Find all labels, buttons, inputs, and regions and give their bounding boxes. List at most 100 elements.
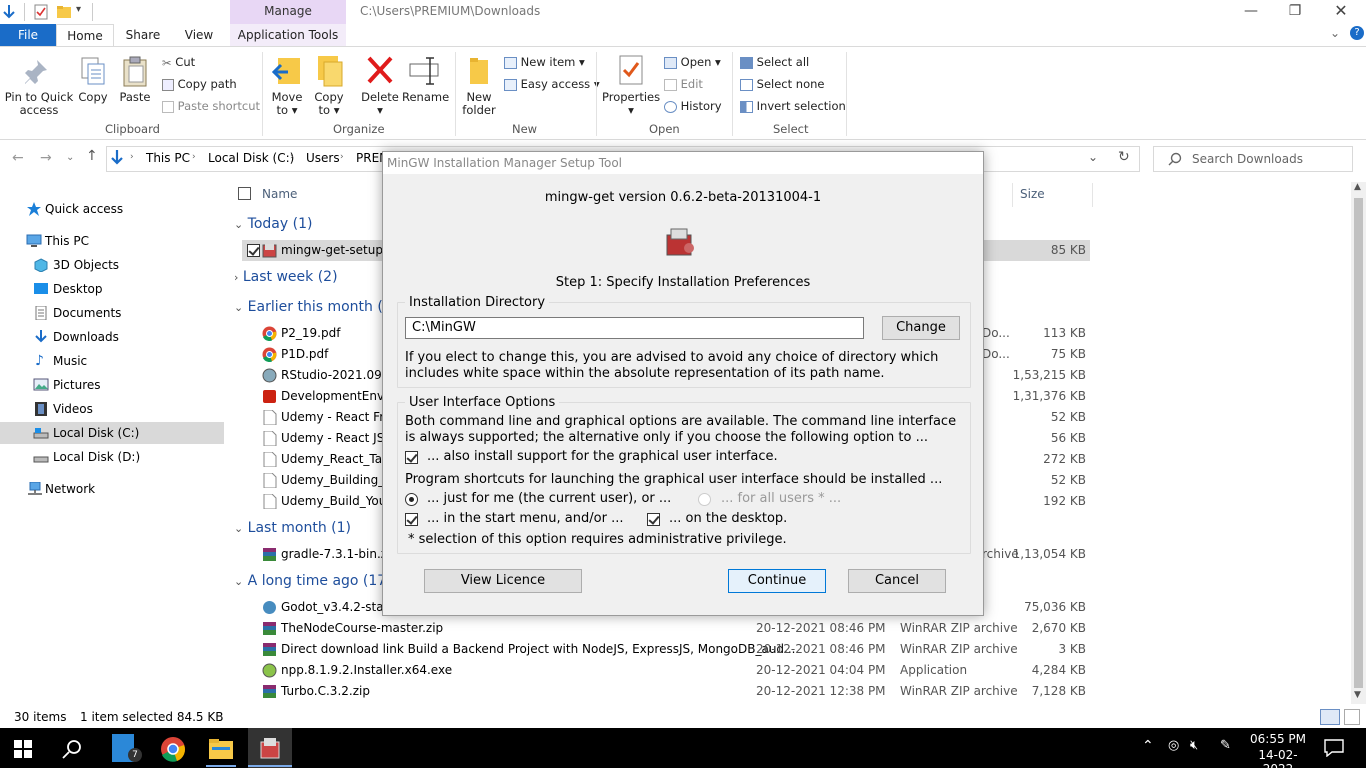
group-header-long-ago[interactable]: ⌄ A long time ago (17	[234, 573, 386, 589]
desktop-shortcut-checkbox[interactable]	[647, 513, 660, 526]
group-header-last-month[interactable]: ⌄ Last month (1)	[234, 520, 351, 536]
table-row[interactable]: npp.8.1.9.2.Installer.x64.exe 20-12-2021 …	[256, 660, 1090, 681]
history-button[interactable]: History	[664, 99, 722, 113]
copy-button[interactable]: Copy	[76, 56, 110, 104]
nav-music[interactable]: ♪ Music	[0, 350, 224, 372]
new-folder-quick-icon[interactable]	[56, 4, 72, 20]
invert-selection-button[interactable]: Invert selection	[740, 99, 846, 113]
table-row[interactable]: Turbo.C.3.2.zip 20-12-2021 12:38 PM WinRAR…	[256, 681, 1090, 702]
volume-muted-icon[interactable]: 🔇︎	[1190, 738, 1198, 753]
up-button[interactable]: ↑	[86, 148, 98, 164]
table-row[interactable]: TheNodeCourse-master.zip 20-12-2021 08:46…	[256, 618, 1090, 639]
nav-videos[interactable]: Videos	[0, 398, 224, 420]
nav-documents[interactable]: Documents	[0, 302, 224, 324]
group-header-last-week[interactable]: › Last week (2)	[234, 269, 338, 285]
nav-pictures[interactable]: Pictures	[0, 374, 224, 396]
continue-button[interactable]: Continue	[728, 569, 826, 593]
breadcrumb-local-disk[interactable]: Local Disk (C:)	[208, 151, 294, 165]
move-to-button[interactable]: Move to ▾	[270, 54, 304, 117]
download-arrow-icon[interactable]	[2, 4, 16, 20]
minimize-button[interactable]: —	[1228, 0, 1274, 24]
copy-to-button[interactable]: Copy to ▾	[312, 54, 346, 117]
tab-share[interactable]: Share	[120, 24, 166, 46]
nav-quick-access[interactable]: Quick access	[0, 198, 224, 220]
large-icons-view-icon[interactable]	[1344, 709, 1360, 725]
close-button[interactable]: ✕	[1318, 0, 1364, 24]
action-center-icon[interactable]	[1324, 739, 1344, 757]
scroll-up-icon[interactable]: ▲	[1354, 182, 1361, 192]
properties-button[interactable]: Properties ▾	[602, 54, 660, 117]
nav-local-disk-d[interactable]: Local Disk (D:)	[0, 446, 224, 468]
collapse-ribbon-icon[interactable]: ⌄	[1330, 26, 1340, 40]
show-hidden-icons-icon[interactable]: ⌃	[1142, 738, 1154, 754]
column-divider[interactable]	[1012, 183, 1013, 207]
address-dropdown-icon[interactable]: ⌄	[1088, 150, 1098, 164]
help-icon[interactable]: ?	[1350, 26, 1364, 40]
paste-shortcut-button[interactable]: Paste shortcut	[162, 99, 260, 113]
gui-support-checkbox[interactable]	[405, 451, 418, 464]
clock-date[interactable]: 14-02-2022	[1244, 748, 1312, 776]
column-header-size[interactable]: Size	[1020, 187, 1045, 201]
nav-network[interactable]: Network	[0, 478, 224, 500]
network-tray-icon[interactable]: ◎	[1168, 738, 1179, 753]
install-dir-input[interactable]: C:\MinGW	[405, 317, 864, 339]
refresh-button[interactable]: ↻	[1118, 149, 1130, 165]
mingw-taskbar-button[interactable]	[248, 728, 292, 768]
pin-to-quick-access-button[interactable]: Pin to Quick access	[4, 56, 74, 117]
back-button[interactable]: ←	[12, 150, 24, 166]
paste-button[interactable]: Paste	[118, 56, 152, 104]
breadcrumb-users[interactable]: Users	[306, 151, 340, 165]
start-menu-checkbox[interactable]	[405, 513, 418, 526]
select-all-checkbox[interactable]	[238, 187, 251, 200]
select-all-button[interactable]: Select all	[740, 55, 809, 69]
tab-home[interactable]: Home	[56, 24, 114, 46]
group-header-earlier-this-month[interactable]: ⌄ Earlier this month (9	[234, 299, 392, 315]
nav-3d-objects[interactable]: 3D Objects	[0, 254, 224, 276]
clock-time[interactable]: 06:55 PM	[1244, 732, 1312, 746]
group-header-today[interactable]: ⌄ Today (1)	[234, 216, 312, 232]
properties-quick-icon[interactable]	[33, 4, 49, 20]
change-button[interactable]: Change	[882, 316, 960, 340]
tab-application-tools[interactable]: Application Tools	[230, 24, 346, 46]
row-checkbox[interactable]	[247, 244, 260, 257]
details-view-icon[interactable]	[1320, 709, 1340, 725]
all-users-radio[interactable]	[698, 493, 711, 506]
nav-downloads[interactable]: Downloads	[0, 326, 224, 348]
search-taskbar-icon[interactable]	[62, 739, 82, 759]
scrollbar-thumb[interactable]	[1354, 198, 1363, 688]
quick-access-dropdown-icon[interactable]: ▾	[76, 4, 81, 15]
pen-icon[interactable]: ✎	[1220, 738, 1231, 753]
column-divider[interactable]	[1092, 183, 1093, 207]
scroll-down-icon[interactable]: ▼	[1354, 690, 1361, 700]
search-input[interactable]: Search Downloads	[1153, 146, 1353, 172]
breadcrumb-this-pc[interactable]: This PC	[146, 151, 190, 165]
easy-access-button[interactable]: Easy access ▾	[504, 77, 600, 91]
file-explorer-taskbar-icon[interactable]	[208, 737, 234, 761]
view-licence-button[interactable]: View Licence	[424, 569, 582, 593]
nav-this-pc[interactable]: This PC	[0, 230, 224, 252]
nav-desktop[interactable]: Desktop	[0, 278, 224, 300]
recent-locations-icon[interactable]: ⌄	[66, 152, 74, 163]
column-header-name[interactable]: Name	[262, 187, 297, 201]
chrome-taskbar-icon[interactable]	[160, 736, 186, 762]
maximize-button[interactable]: ❐	[1272, 0, 1318, 24]
forward-button[interactable]: →	[40, 150, 52, 166]
copy-path-button[interactable]: Copy path	[162, 77, 237, 91]
cancel-button[interactable]: Cancel	[848, 569, 946, 593]
just-for-me-radio[interactable]	[405, 493, 418, 506]
tab-file[interactable]: File	[0, 24, 56, 46]
manage-tab[interactable]: Manage	[230, 0, 346, 24]
select-none-button[interactable]: Select none	[740, 77, 824, 91]
delete-button[interactable]: Delete ▾	[360, 54, 400, 117]
open-button[interactable]: Open ▾	[664, 55, 721, 69]
cut-button[interactable]: ✂ Cut	[162, 55, 195, 70]
edit-button[interactable]: Edit	[664, 77, 703, 91]
new-item-button[interactable]: New item ▾	[504, 55, 585, 69]
tab-view[interactable]: View	[176, 24, 222, 46]
nav-local-disk-c[interactable]: Local Disk (C:)	[0, 422, 224, 444]
table-row[interactable]: Direct download link Build a Backend Pro…	[256, 639, 1090, 660]
windows-start-icon[interactable]	[14, 740, 32, 758]
rename-button[interactable]: Rename	[402, 54, 449, 104]
vertical-scrollbar[interactable]: ▲ ▼	[1351, 182, 1366, 704]
new-folder-button[interactable]: New folder	[460, 54, 498, 117]
